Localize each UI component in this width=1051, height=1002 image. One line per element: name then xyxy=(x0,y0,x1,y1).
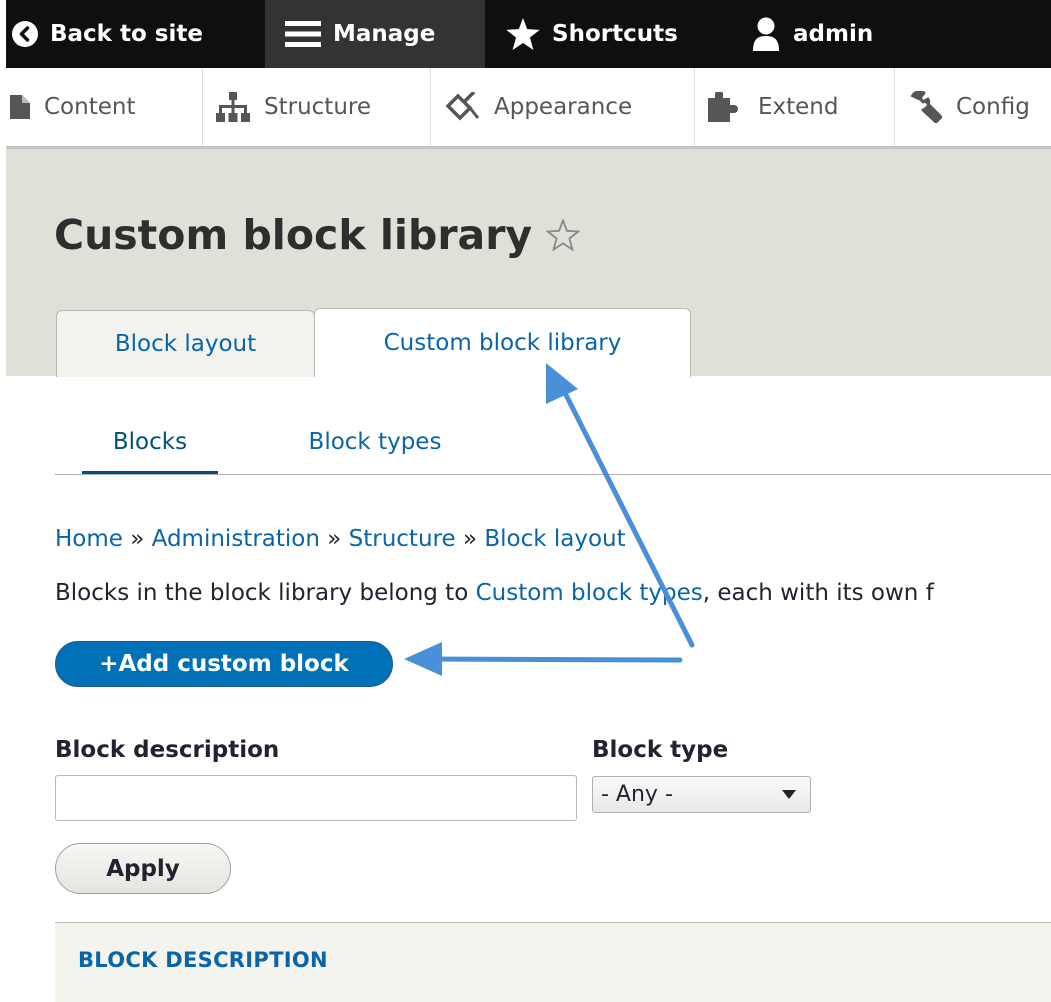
annotation-arrows xyxy=(404,363,695,676)
arrow-to-tab xyxy=(546,363,695,648)
arrow-to-add-button xyxy=(404,642,683,676)
